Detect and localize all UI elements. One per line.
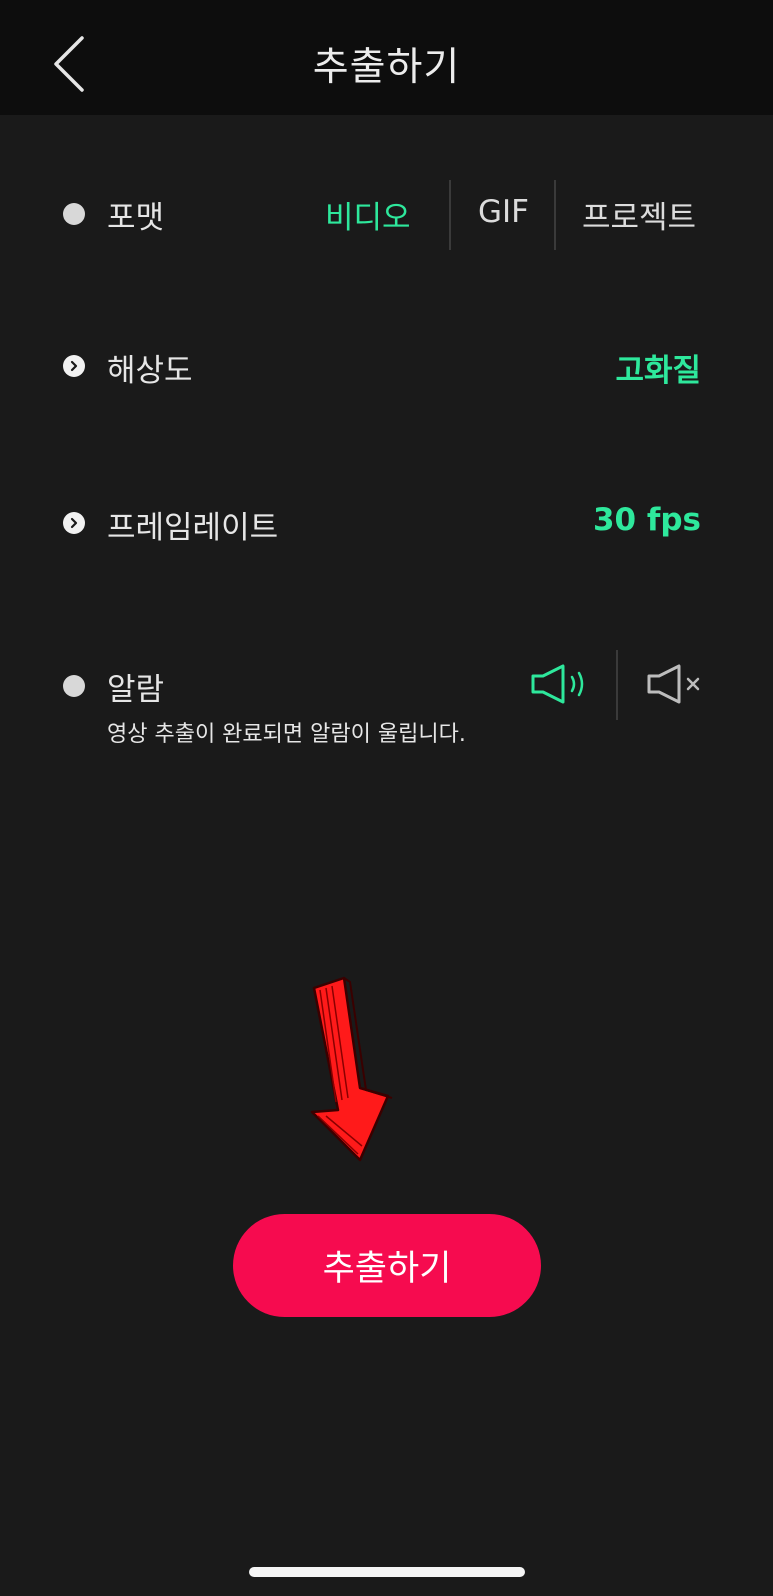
- format-label: 포맷: [107, 200, 165, 236]
- speaker-on-icon: [531, 664, 584, 704]
- export-button[interactable]: 추출하기: [233, 1214, 541, 1317]
- divider: [449, 180, 451, 250]
- alarm-row: 알람 영상 추출이 완료되면 알람이 울립니다.: [0, 648, 773, 758]
- top-bar: 추출하기: [0, 0, 773, 115]
- resolution-label: 해상도: [107, 353, 193, 389]
- framerate-row[interactable]: 프레임레이트 30 fps: [0, 492, 773, 562]
- bullet-dot: [63, 675, 85, 697]
- format-option-project[interactable]: 프로젝트: [582, 192, 696, 237]
- bullet-dot: [63, 203, 85, 225]
- chevron-right-icon: [63, 512, 85, 534]
- red-arrow-down-icon: [310, 976, 393, 1162]
- divider: [616, 650, 618, 720]
- format-option-gif[interactable]: GIF: [478, 194, 529, 230]
- alarm-label: 알람: [107, 672, 165, 708]
- divider: [554, 180, 556, 250]
- sound-on-button[interactable]: [526, 654, 596, 714]
- chevron-right-icon: [63, 355, 85, 377]
- speaker-mute-icon: [647, 664, 700, 704]
- alarm-description: 영상 추출이 완료되면 알람이 울립니다.: [107, 722, 466, 747]
- resolution-row[interactable]: 해상도 고화질: [0, 335, 773, 405]
- framerate-value[interactable]: 30 fps: [593, 502, 701, 538]
- resolution-value[interactable]: 고화질: [615, 345, 701, 390]
- framerate-label: 프레임레이트: [107, 510, 279, 546]
- sound-off-button[interactable]: [645, 654, 705, 714]
- format-row: 포맷 비디오 GIF 프로젝트: [0, 170, 773, 260]
- format-option-video[interactable]: 비디오: [325, 192, 411, 237]
- page-title: 추출하기: [312, 45, 461, 90]
- home-indicator[interactable]: [249, 1567, 525, 1577]
